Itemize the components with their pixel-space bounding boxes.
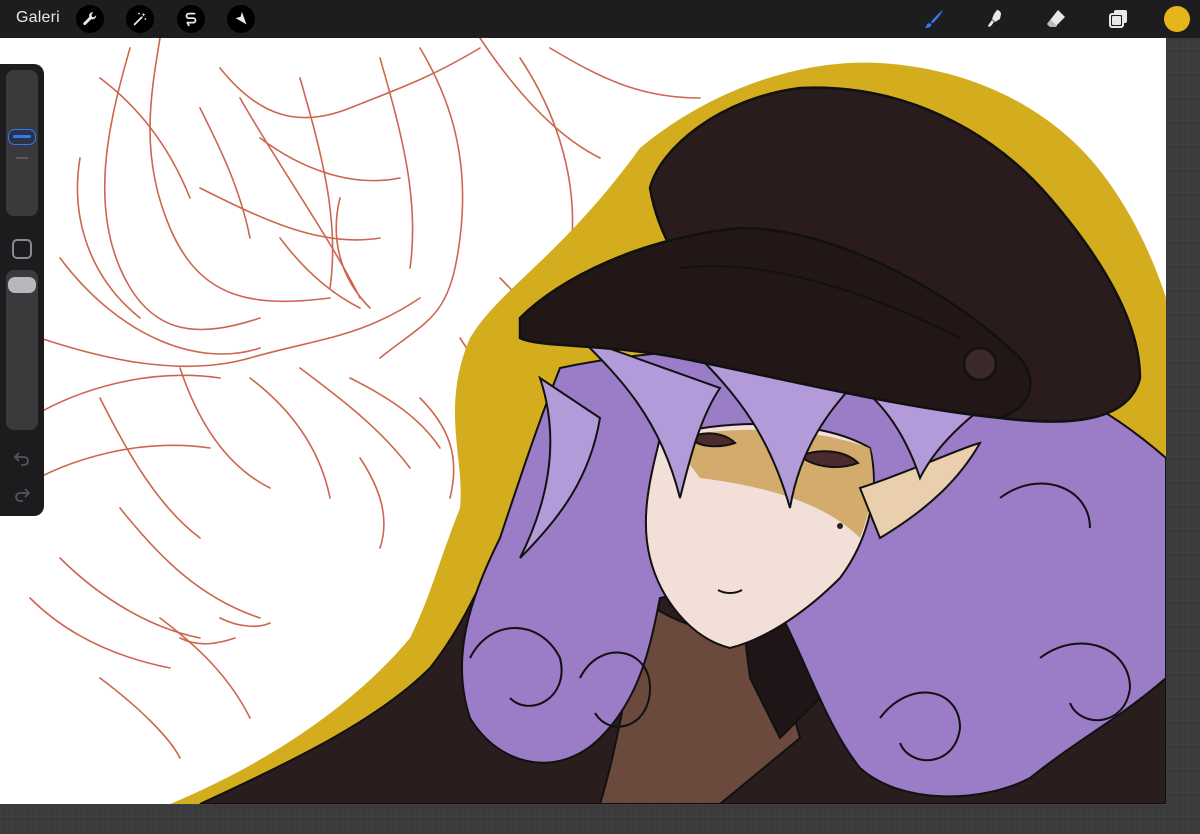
hat-button [962, 346, 998, 382]
brush-size-thumb-indicator [13, 134, 31, 138]
opacity-slider[interactable] [6, 270, 38, 430]
brush-size-thumb[interactable] [8, 128, 36, 145]
wrench-icon [83, 12, 97, 26]
selection-button[interactable] [177, 5, 205, 33]
smudge-icon [988, 10, 1001, 27]
top-toolbar: Galeri [0, 0, 1200, 38]
adjustments-button[interactable] [126, 5, 154, 33]
modify-button[interactable] [12, 239, 32, 259]
redo-icon [15, 488, 31, 502]
brush-icon [925, 10, 943, 28]
drawing-canvas[interactable] [0, 38, 1166, 804]
undo-button[interactable] [12, 448, 32, 468]
eraser-tool-button[interactable] [1042, 5, 1070, 33]
undo-icon [13, 452, 29, 466]
selection-s-icon [185, 12, 197, 27]
left-sidebar [0, 64, 44, 516]
artwork [19, 38, 1166, 804]
actions-button[interactable] [76, 5, 104, 33]
transform-button[interactable] [227, 5, 255, 33]
layers-button[interactable] [1104, 5, 1132, 33]
color-picker-button[interactable] [1164, 6, 1190, 32]
opacity-thumb[interactable] [8, 277, 36, 294]
smudge-tool-button[interactable] [980, 5, 1008, 33]
slider-tick [16, 157, 28, 159]
eraser-icon [1047, 10, 1065, 27]
brush-tool-button[interactable] [920, 5, 948, 33]
magic-wand-icon [133, 12, 147, 26]
gallery-button[interactable]: Galeri [16, 9, 60, 27]
arrow-cursor-icon [235, 11, 247, 25]
mole [837, 523, 843, 529]
layers-icon [1109, 10, 1127, 28]
brush-size-slider[interactable] [6, 70, 38, 216]
redo-button[interactable] [12, 484, 32, 504]
